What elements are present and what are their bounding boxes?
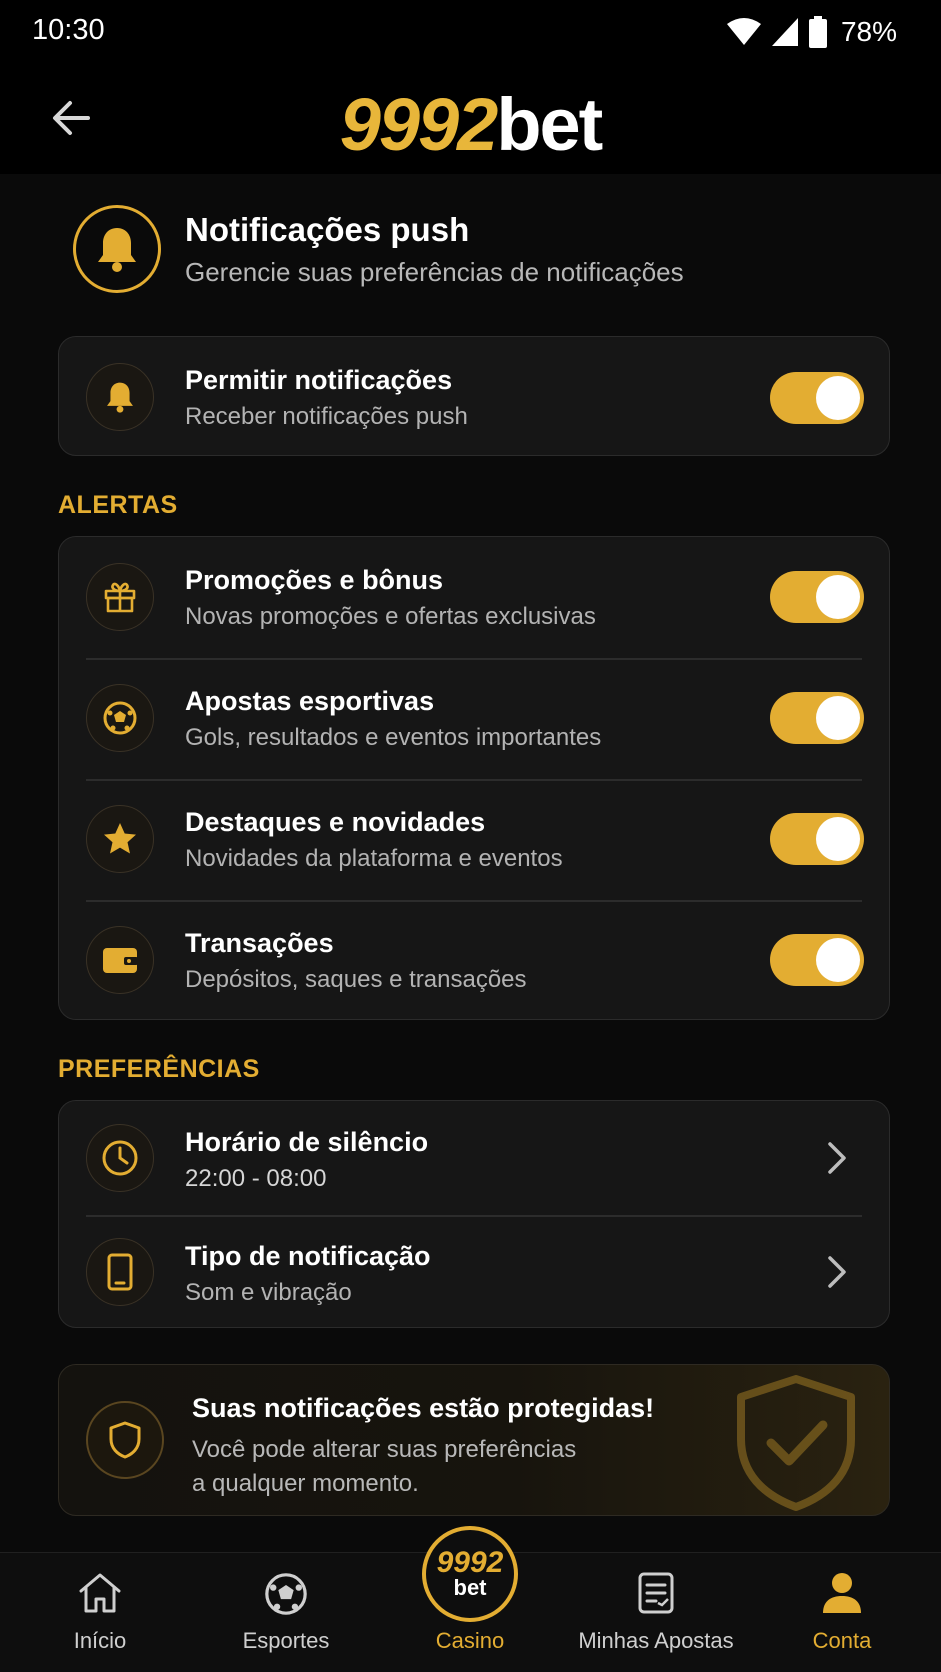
gift-icon: [86, 563, 154, 631]
section-label-alerts: ALERTAS: [58, 491, 178, 519]
clock-icon: [86, 1124, 154, 1192]
chevron-right-icon: [828, 1256, 846, 1288]
highlights-toggle[interactable]: [770, 813, 864, 865]
wifi-icon: [726, 18, 761, 45]
status-time: 10:30: [32, 14, 105, 46]
phone-icon: [86, 1238, 154, 1306]
nav-label: Casino: [435, 1628, 505, 1653]
row-subtitle: Depósitos, saques e transações: [185, 966, 527, 993]
chevron-right-icon: [828, 1142, 846, 1174]
shield-check-icon: [737, 1375, 855, 1511]
banner-title: Suas notificações estão protegidas!: [192, 1393, 655, 1423]
nav-item-home[interactable]: Início: [10, 1553, 190, 1672]
row-subtitle: Novas promoções e ofertas exclusivas: [185, 603, 596, 630]
casino-logo-number: 9992: [436, 1546, 504, 1579]
quiet-hours-row[interactable]: Horário de silêncio 22:00 - 08:00: [59, 1101, 889, 1215]
page-subtitle: Gerencie suas preferências de notificaçõ…: [185, 257, 684, 287]
user-icon: [823, 1573, 861, 1613]
row-subtitle: Novidades da plataforma e eventos: [185, 845, 563, 872]
row-title: Apostas esportivas: [185, 686, 435, 716]
banner-line: Você pode alterar suas preferências: [192, 1436, 577, 1463]
page-heading: Notificações push Gerencie suas preferên…: [73, 205, 873, 295]
row-subtitle: Receber notificações push: [185, 403, 468, 430]
status-bar: 10:30 78%: [0, 0, 941, 64]
page-title: Notificações push: [185, 211, 470, 248]
nav-label: Início: [73, 1628, 127, 1653]
toggle-knob: [816, 376, 860, 420]
soccer-ball-icon: [86, 684, 154, 752]
alert-row-sports-bets[interactable]: Apostas esportivas Gols, resultados e ev…: [59, 658, 889, 779]
alert-row-highlights[interactable]: Destaques e novidades Novidades da plata…: [59, 779, 889, 900]
toggle-knob: [816, 817, 860, 861]
wallet-icon: [86, 926, 154, 994]
star-icon: [86, 805, 154, 873]
sports-bets-toggle[interactable]: [770, 692, 864, 744]
logo-word: bet: [496, 83, 603, 166]
banner-text: Você pode alterar suas preferências a qu…: [192, 1433, 612, 1501]
allow-notifications-row[interactable]: Permitir notificações Receber notificaçõ…: [59, 337, 889, 457]
quiet-hours-value: 22:00 - 08:00: [185, 1165, 327, 1192]
soccer-ball-icon: [265, 1573, 307, 1615]
nav-label: Esportes: [242, 1628, 330, 1653]
bell-icon: [86, 363, 154, 431]
protection-banner: Suas notificações estão protegidas! Você…: [58, 1364, 890, 1516]
row-title: Destaques e novidades: [185, 807, 486, 837]
receipt-icon: [638, 1572, 674, 1614]
notification-type-value: Som e vibração: [185, 1279, 352, 1306]
allow-notifications-toggle[interactable]: [770, 372, 864, 424]
nav-item-sports[interactable]: Esportes: [196, 1553, 376, 1672]
app-header: 9992bet: [0, 64, 941, 174]
casino-logo-button[interactable]: 9992 bet: [422, 1526, 518, 1622]
casino-logo-word: bet: [453, 1575, 487, 1600]
alert-row-transactions[interactable]: Transações Depósitos, saques e transaçõe…: [59, 900, 889, 1021]
nav-item-account[interactable]: Conta: [752, 1553, 932, 1672]
shield-icon: [86, 1401, 164, 1479]
brand-logo[interactable]: 9992bet: [0, 82, 941, 167]
alerts-card: Promoções e bônus Novas promoções e ofer…: [58, 536, 890, 1020]
row-title: Transações: [185, 928, 334, 958]
transactions-toggle[interactable]: [770, 934, 864, 986]
toggle-knob: [816, 938, 860, 982]
promotions-toggle[interactable]: [770, 571, 864, 623]
toggle-knob: [816, 696, 860, 740]
home-icon: [79, 1573, 121, 1613]
banner-line: a qualquer momento.: [192, 1470, 419, 1497]
notification-type-row[interactable]: Tipo de notificação Som e vibração: [59, 1215, 889, 1329]
battery-level: 78%: [840, 16, 897, 47]
nav-label: Conta: [812, 1628, 872, 1653]
logo-number: 9992: [339, 83, 499, 166]
nav-item-my-bets[interactable]: Minhas Apostas: [566, 1553, 746, 1672]
nav-label: Minhas Apostas: [578, 1628, 734, 1653]
master-toggle-card: Permitir notificações Receber notificaçõ…: [58, 336, 890, 456]
status-icons: 78%: [726, 14, 897, 50]
battery-icon: [808, 16, 827, 48]
row-title: Promoções e bônus: [185, 565, 444, 595]
alert-row-promotions[interactable]: Promoções e bônus Novas promoções e ofer…: [59, 537, 889, 658]
row-subtitle: Gols, resultados e eventos importantes: [185, 724, 602, 751]
section-label-preferences: PREFERÊNCIAS: [58, 1055, 260, 1083]
bell-icon: [73, 205, 161, 293]
row-title: Horário de silêncio: [185, 1127, 429, 1157]
row-title: Tipo de notificação: [185, 1241, 431, 1271]
preferences-card: Horário de silêncio 22:00 - 08:00 Tipo d…: [58, 1100, 890, 1328]
toggle-knob: [816, 575, 860, 619]
signal-icon: [771, 18, 798, 46]
row-title: Permitir notificações: [185, 365, 453, 395]
